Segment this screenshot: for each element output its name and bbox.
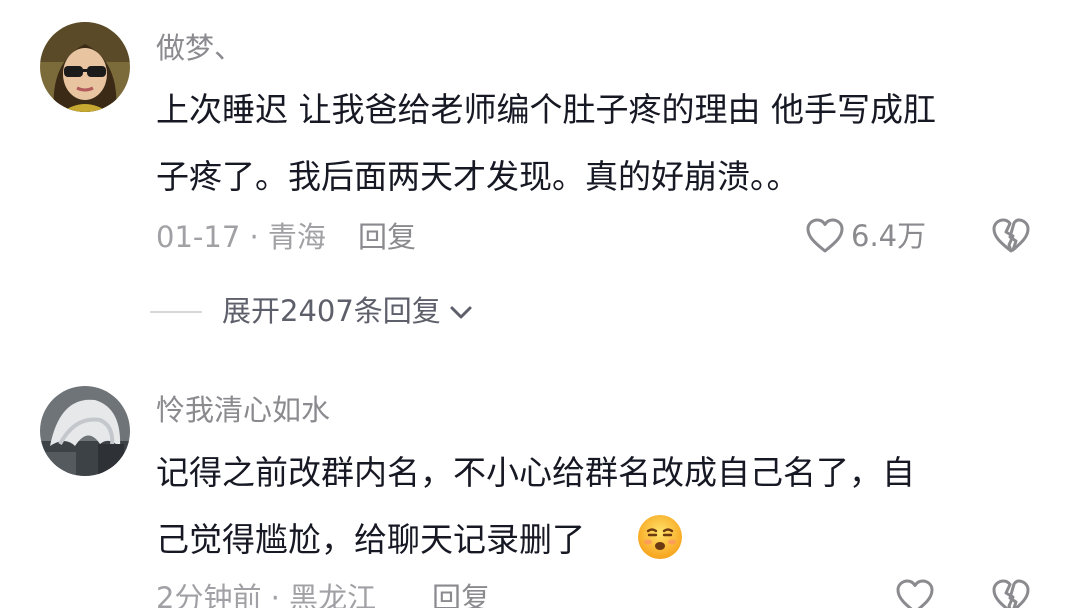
comment-text-line: 记得之前改群内名，不小心给群名改成自己名了，自 bbox=[156, 453, 915, 492]
avatar-image bbox=[40, 22, 130, 112]
chevron-down-icon bbox=[450, 306, 472, 318]
comment-meta: 2分钟前 · 黑龙江 bbox=[156, 581, 377, 608]
broken-heart-icon bbox=[992, 218, 1030, 253]
username[interactable]: 做梦、 bbox=[156, 34, 243, 63]
smirk-face-emoji bbox=[636, 513, 684, 565]
smirk-face-icon bbox=[638, 515, 682, 559]
comment-meta: 01-17 · 青海 bbox=[156, 220, 326, 254]
like-button[interactable]: 6.4万 bbox=[805, 217, 926, 255]
expand-replies-label: 展开2407条回复 bbox=[222, 294, 441, 328]
heart-icon bbox=[896, 579, 934, 608]
avatar[interactable] bbox=[40, 22, 130, 112]
comment-list: 做梦、 上次睡迟 让我爸给老师编个肚子疼的理由 他手写成肛 子疼了。我后面两天才… bbox=[0, 0, 1080, 608]
avatar-image bbox=[40, 386, 130, 476]
like-button[interactable] bbox=[895, 578, 935, 608]
comment-text-line: 子疼了。我后面两天才发现。真的好崩溃。。 bbox=[156, 157, 800, 196]
divider bbox=[150, 310, 202, 313]
expand-replies-button[interactable]: 展开2407条回复 bbox=[150, 297, 475, 326]
like-count: 6.4万 bbox=[851, 218, 927, 253]
username[interactable]: 怜我清心如水 bbox=[156, 396, 330, 425]
dislike-button[interactable] bbox=[991, 578, 1031, 608]
comment-text-line: 上次睡迟 让我爸给老师编个肚子疼的理由 他手写成肛 bbox=[156, 90, 936, 129]
avatar[interactable] bbox=[40, 386, 130, 476]
reply-button[interactable]: 回复 bbox=[432, 584, 490, 608]
reply-button[interactable]: 回复 bbox=[358, 223, 416, 252]
heart-icon bbox=[806, 218, 844, 253]
comment-text-line: 己觉得尴尬，给聊天记录删了 bbox=[156, 520, 585, 559]
dislike-button[interactable] bbox=[991, 217, 1031, 259]
broken-heart-icon bbox=[992, 579, 1030, 608]
